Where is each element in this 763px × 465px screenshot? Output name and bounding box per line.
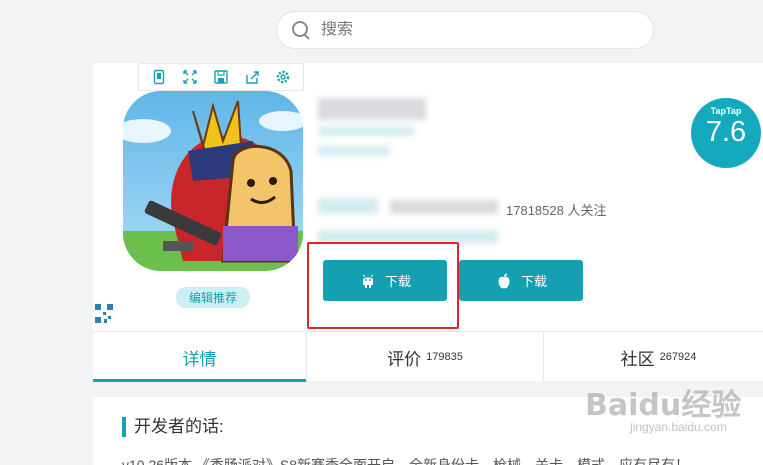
- baidu-watermark-url: jingyan.baidu.com: [630, 420, 727, 434]
- rating-badge: TapTap 7.6: [691, 98, 761, 168]
- tab-details-label: 详情: [182, 349, 217, 369]
- app-tags-blurred: [318, 146, 390, 156]
- app-subtitle-blurred: [318, 126, 414, 136]
- settings-icon[interactable]: [272, 66, 294, 88]
- app-title-blurred: [318, 98, 426, 120]
- ios-download-label: 下载: [520, 274, 547, 289]
- rating-brand: TapTap: [710, 106, 742, 116]
- search-icon: [291, 20, 311, 40]
- page: 编辑推荐 17818528 人关注 TapTap 7.6 下载 下载 详: [0, 0, 763, 465]
- search-bar[interactable]: [276, 11, 654, 49]
- detail-tabs: 详情 评价 179835 社区 267924: [93, 331, 763, 382]
- tab-community-label: 社区: [620, 349, 655, 369]
- share-icon[interactable]: [241, 66, 263, 88]
- phone-icon[interactable]: [148, 66, 170, 88]
- developer-words-title: 开发者的话:: [122, 417, 224, 437]
- ios-download-button[interactable]: 下载: [459, 260, 583, 301]
- tab-community[interactable]: 社区 267924: [544, 332, 763, 382]
- followers-count: 17818528 人关注: [506, 203, 607, 218]
- expand-icon[interactable]: [179, 66, 201, 88]
- rating-score: 7.6: [705, 116, 747, 148]
- tab-reviews-label: 评价: [387, 349, 422, 369]
- tab-reviews[interactable]: 评价 179835: [307, 332, 544, 382]
- tab-community-count: 267924: [659, 351, 697, 363]
- save-icon[interactable]: [210, 66, 232, 88]
- developer-name-blurred: [318, 198, 378, 214]
- baidu-watermark: Baidu经验: [585, 388, 742, 423]
- media-toolbar: [138, 63, 304, 91]
- tab-details[interactable]: 详情: [93, 332, 307, 382]
- highlight-annotation: [307, 242, 459, 329]
- apple-icon: [498, 273, 510, 288]
- qr-code-icon[interactable]: [94, 303, 114, 325]
- publisher-blurred: [390, 200, 498, 214]
- app-icon: [123, 91, 303, 271]
- search-input[interactable]: [321, 21, 621, 39]
- developer-words-text: v10.26版本 《香肠派对》S8新赛季全面开启，全新身份卡、枪械、关卡、模式，…: [122, 457, 690, 465]
- editor-recommend-badge: 编辑推荐: [176, 287, 250, 308]
- tab-reviews-count: 179835: [426, 351, 463, 363]
